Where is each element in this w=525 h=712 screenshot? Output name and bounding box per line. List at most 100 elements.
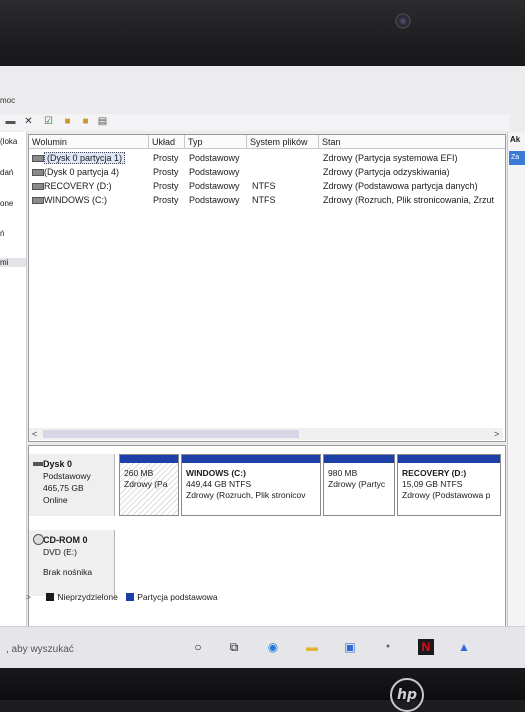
edge-icon[interactable]: ◉ — [265, 639, 281, 655]
mail-icon[interactable]: ● — [380, 639, 396, 655]
partition-bar — [324, 455, 394, 463]
partition-size: 449,44 GB NTFS — [186, 479, 252, 489]
partition-size: 15,09 GB NTFS — [402, 479, 463, 489]
search-folder-icon[interactable]: ■ — [79, 115, 92, 128]
nav-item[interactable]: (loka — [0, 137, 17, 146]
volume-icon — [32, 183, 44, 190]
layout-cell: Prosty — [153, 167, 179, 177]
nav-item[interactable]: dań — [0, 168, 13, 177]
partition-bar — [182, 455, 320, 463]
layout-cell: Prosty — [153, 181, 179, 191]
column-header-status[interactable]: Stan — [319, 135, 505, 149]
volume-icon — [32, 169, 44, 176]
partition-status: Zdrowy (Podstawowa p — [402, 490, 491, 500]
flag-icon[interactable]: ▬ — [4, 115, 17, 128]
disk-0-label[interactable]: Dysk 0 Podstawowy 465,75 GB Online — [29, 454, 115, 516]
nav-item[interactable]: ń — [0, 229, 4, 238]
actions-header: Ak — [510, 135, 521, 144]
legend-primary: Partycja podstawowa — [137, 592, 218, 602]
volume-name: (Dysk 0 partycja 4) — [44, 167, 120, 177]
menu-help-fragment[interactable]: moc — [0, 96, 15, 105]
partition-name: RECOVERY (D:) — [402, 468, 467, 478]
partition-recovery-hidden[interactable]: 980 MB Zdrowy (Partyc — [323, 454, 395, 516]
disk-type: Podstawowy — [43, 471, 91, 481]
column-header-volume[interactable]: Wolumin — [29, 135, 149, 149]
partition-size: 260 MB — [124, 468, 154, 478]
type-cell: Podstawowy — [189, 181, 240, 191]
type-cell: Podstawowy — [189, 153, 240, 163]
volume-icon — [32, 155, 44, 162]
folder-icon[interactable]: ■ — [61, 115, 74, 128]
taskbar: , aby wyszukać ○ ⧉ ◉ ▬ ▣ ● N ▲ — [0, 626, 525, 668]
table-row[interactable]: RECOVERY (D:) Prosty Podstawowy NTFS Zdr… — [29, 179, 505, 193]
filesystem-cell: NTFS — [252, 181, 276, 191]
volume-table: Wolumin Układ Typ System plików Stan (Dy… — [28, 134, 506, 442]
type-cell: Podstawowy — [189, 167, 240, 177]
legend: > Nieprzydzielone Partycja podstawowa — [0, 592, 218, 602]
partition-bar — [120, 455, 178, 463]
laptop-bezel-bottom — [0, 668, 525, 700]
partition-windows[interactable]: WINDOWS (C:) 449,44 GB NTFS Zdrowy (Rozr… — [181, 454, 321, 516]
cdrom-type: DVD (E:) — [43, 547, 77, 557]
cdrom-media-area[interactable] — [115, 530, 503, 596]
legend-arrow[interactable]: > — [0, 592, 44, 602]
laptop-bezel-top — [0, 0, 525, 66]
horizontal-scrollbar[interactable]: < > — [29, 428, 503, 440]
volume-icon — [32, 197, 44, 204]
scrollbar-thumb[interactable] — [43, 430, 299, 438]
partition-status: Zdrowy (Rozruch, Plik stronicov — [186, 490, 306, 500]
unallocated-swatch — [46, 593, 55, 601]
volume-name: WINDOWS (C:) — [44, 195, 107, 205]
type-cell: Podstawowy — [189, 195, 240, 205]
netflix-icon[interactable]: N — [418, 639, 434, 655]
cdrom-name: CD-ROM 0 — [43, 535, 88, 545]
cdrom-status: Brak nośnika — [43, 567, 93, 577]
partition-efi[interactable]: 260 MB Zdrowy (Pa — [119, 454, 179, 516]
primary-swatch — [126, 593, 135, 601]
cdrom-label[interactable]: CD-ROM 0 DVD (E:) Brak nośnika — [29, 530, 115, 596]
disk-status: Online — [43, 495, 68, 505]
navigation-pane: (loka dań one ń mi — [0, 132, 27, 662]
delete-icon[interactable]: ✕ — [22, 115, 35, 128]
cd-icon — [33, 534, 44, 545]
explorer-icon[interactable]: ▬ — [304, 639, 320, 655]
table-row[interactable]: (Dysk 0 partycja 1) Prosty Podstawowy Zd… — [29, 151, 505, 165]
store-icon[interactable]: ▣ — [342, 639, 358, 655]
column-header-filesystem[interactable]: System plików — [247, 135, 319, 149]
toolbar: ▬ ✕ ☑ ■ ■ ▤ — [0, 114, 510, 131]
layout-cell: Prosty — [153, 195, 179, 205]
disk-name: Dysk 0 — [43, 459, 73, 469]
status-cell: Zdrowy (Partycja odzyskiwania) — [323, 167, 450, 177]
status-cell: Zdrowy (Partycja systemowa EFI) — [323, 153, 458, 163]
table-row[interactable]: (Dysk 0 partycja 4) Prosty Podstawowy Zd… — [29, 165, 505, 179]
check-icon[interactable]: ☑ — [42, 115, 55, 128]
disk-size: 465,75 GB — [43, 483, 84, 493]
hp-logo-icon: hp — [390, 678, 424, 712]
taskbar-search[interactable]: , aby wyszukać — [6, 644, 74, 655]
actions-pane: Ak Za — [507, 132, 525, 668]
actions-item[interactable]: Za — [509, 151, 525, 165]
task-view-icon[interactable]: ⧉ — [226, 639, 242, 655]
partition-name: WINDOWS (C:) — [186, 468, 246, 478]
webcam — [395, 13, 411, 29]
column-header-layout[interactable]: Układ — [149, 135, 185, 149]
scroll-right-arrow[interactable]: > — [494, 428, 499, 440]
partition-size: 980 MB — [328, 468, 358, 478]
partition-recovery-d[interactable]: RECOVERY (D:) 15,09 GB NTFS Zdrowy (Pods… — [397, 454, 501, 516]
status-cell: Zdrowy (Podstawowa partycja danych) — [323, 181, 478, 191]
properties-icon[interactable]: ▤ — [96, 115, 109, 128]
column-header-type[interactable]: Typ — [185, 135, 247, 149]
partition-status: Zdrowy (Partyc — [328, 479, 386, 489]
nav-item[interactable]: mi — [0, 258, 26, 267]
volume-name: RECOVERY (D:) — [44, 181, 112, 191]
cortana-icon[interactable]: ○ — [190, 639, 206, 655]
screen: moc ▬ ✕ ☑ ■ ■ ▤ (loka dań one ń mi Ak Za… — [0, 66, 525, 668]
app-icon[interactable]: ▲ — [456, 639, 472, 655]
status-cell: Zdrowy (Rozruch, Plik stronicowania, Zrz… — [323, 195, 495, 205]
legend-unallocated: Nieprzydzielone — [57, 592, 118, 602]
partition-status: Zdrowy (Pa — [124, 479, 168, 489]
nav-item[interactable]: one — [0, 199, 13, 208]
table-row[interactable]: WINDOWS (C:) Prosty Podstawowy NTFS Zdro… — [29, 193, 505, 207]
layout-cell: Prosty — [153, 153, 179, 163]
scroll-left-arrow[interactable]: < — [32, 428, 37, 440]
